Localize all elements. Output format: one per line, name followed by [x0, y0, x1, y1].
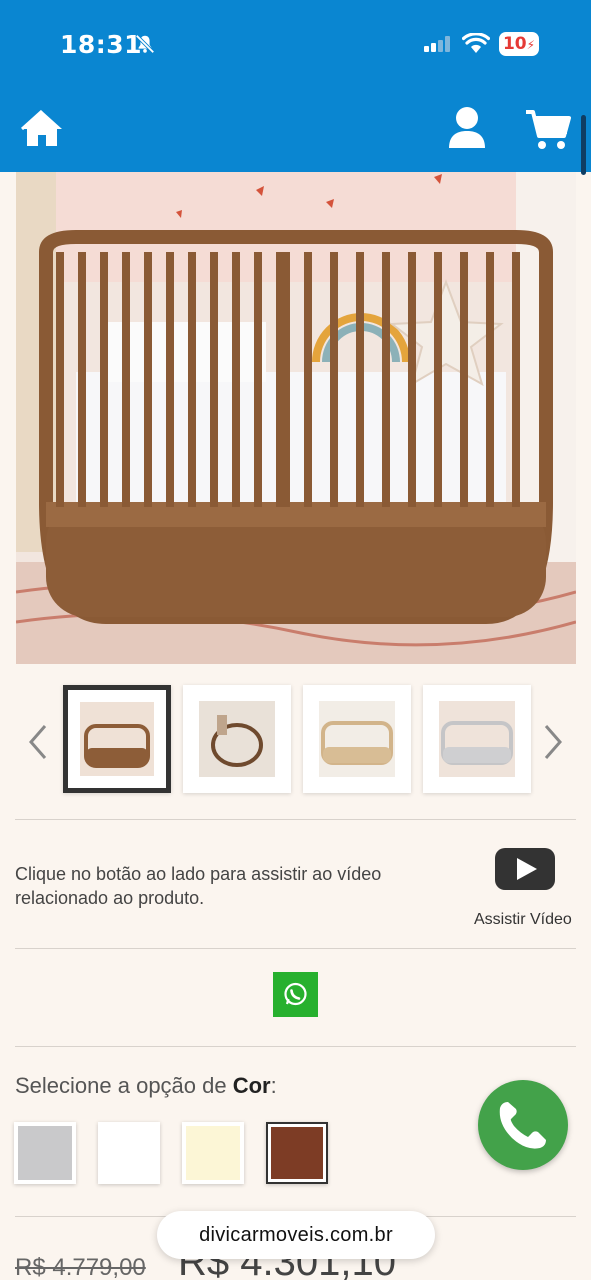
price-old: R$ 4.779,00	[15, 1254, 146, 1280]
divider	[15, 819, 576, 820]
home-icon[interactable]	[20, 108, 64, 148]
browser-url-bar[interactable]: divicarmoveis.com.br	[157, 1211, 435, 1259]
option-label-prefix: Selecione a opção de	[15, 1073, 233, 1098]
watch-video-label[interactable]: Assistir Vídeo	[474, 911, 572, 929]
bell-slash-icon	[135, 34, 155, 54]
top-nav-bar	[0, 90, 591, 172]
battery-icon: 10⚡	[499, 32, 539, 56]
chevron-right-icon[interactable]	[540, 722, 566, 762]
swatch-fill	[18, 1126, 72, 1180]
color-swatch-white[interactable]	[98, 1122, 160, 1184]
phone-icon	[499, 1102, 546, 1149]
battery-level: 10	[502, 34, 527, 54]
page-scrollbar[interactable]	[581, 115, 586, 175]
color-swatch-cream[interactable]	[182, 1122, 244, 1184]
status-time: 18:31	[60, 30, 143, 59]
user-icon[interactable]	[446, 106, 488, 150]
video-description: Clique no botão ao lado para assistir ao…	[15, 864, 382, 908]
cart-icon[interactable]	[524, 108, 572, 152]
option-label-suffix: :	[270, 1073, 277, 1098]
color-swatch-walnut[interactable]	[266, 1122, 328, 1184]
thumbnail-4[interactable]	[423, 685, 531, 793]
whatsapp-icon	[284, 982, 307, 1006]
status-bar: 18:31 10⚡	[0, 0, 591, 90]
thumbnail-2[interactable]	[183, 685, 291, 793]
call-button[interactable]	[478, 1080, 568, 1170]
play-icon	[517, 858, 537, 880]
thumbnail-3[interactable]	[303, 685, 411, 793]
divider	[15, 948, 576, 949]
product-main-image[interactable]	[16, 172, 576, 664]
wifi-icon	[462, 33, 490, 53]
youtube-play-button[interactable]	[495, 848, 555, 890]
option-label-name: Cor	[232, 1073, 271, 1098]
swatch-fill	[102, 1126, 156, 1180]
divider	[15, 1046, 576, 1047]
color-option-label: Selecione a opção de Cor:	[15, 1073, 277, 1099]
swatch-fill	[186, 1126, 240, 1180]
whatsapp-button[interactable]	[273, 972, 318, 1017]
thumbnail-1[interactable]	[63, 685, 171, 793]
color-swatch-gray[interactable]	[14, 1122, 76, 1184]
chevron-left-icon[interactable]	[25, 722, 51, 762]
swatch-fill	[271, 1127, 323, 1179]
thumbnail-carousel	[0, 682, 591, 797]
signal-icon	[424, 36, 450, 52]
